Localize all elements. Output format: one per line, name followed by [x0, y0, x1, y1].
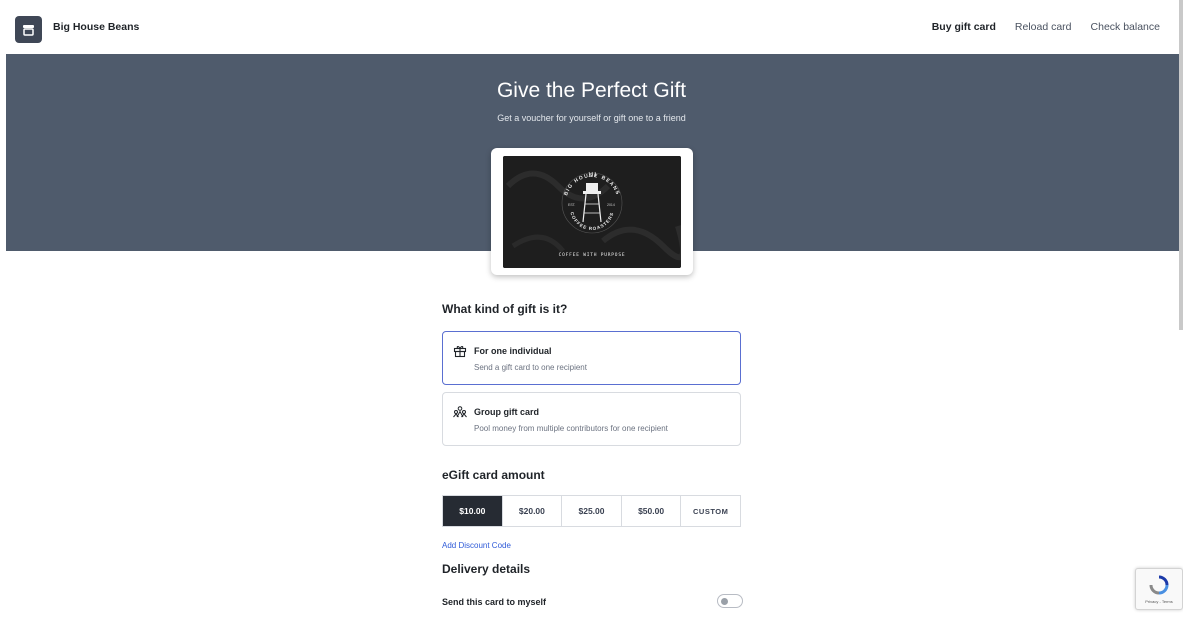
send-to-myself-label: Send this card to myself — [442, 597, 547, 607]
gift-card-preview: BIG HOUSE BEANS COFFEE ROASTERS EST. 201… — [491, 148, 693, 275]
amount-option-custom[interactable]: CUSTOM — [681, 496, 740, 526]
gift-card-image: BIG HOUSE BEANS COFFEE ROASTERS EST. 201… — [503, 156, 681, 268]
amount-option-25[interactable]: $25.00 — [562, 496, 622, 526]
card-est-left: EST. — [568, 203, 576, 207]
recaptcha-text[interactable]: Privacy - Terms — [1139, 599, 1179, 604]
amount-option-20[interactable]: $20.00 — [503, 496, 563, 526]
option-group-title: Group gift card — [474, 407, 539, 417]
card-est-right: 2014 — [607, 203, 615, 207]
amount-heading: eGift card amount — [442, 468, 545, 482]
brand-name[interactable]: Big House Beans — [53, 21, 139, 33]
top-nav: Buy gift card Reload card Check balance — [932, 21, 1160, 33]
storefront-icon — [23, 24, 34, 36]
send-to-myself-toggle[interactable] — [717, 594, 743, 608]
recaptcha-icon — [1149, 575, 1169, 595]
nav-reload-card[interactable]: Reload card — [1015, 21, 1072, 33]
amount-option-50[interactable]: $50.00 — [622, 496, 682, 526]
store-logo[interactable] — [15, 16, 42, 43]
scrollbar[interactable] — [1179, 0, 1183, 330]
option-group-desc: Pool money from multiple contributors fo… — [474, 424, 668, 433]
add-discount-code-link[interactable]: Add Discount Code — [442, 541, 511, 550]
option-individual-desc: Send a gift card to one recipient — [474, 363, 587, 372]
option-group[interactable]: Group gift card Pool money from multiple… — [442, 392, 741, 446]
toggle-knob — [721, 597, 728, 605]
gift-type-heading: What kind of gift is it? — [442, 302, 568, 316]
delivery-heading: Delivery details — [442, 562, 531, 576]
amount-selector: $10.00 $20.00 $25.00 $50.00 CUSTOM — [442, 495, 741, 527]
nav-check-balance[interactable]: Check balance — [1091, 21, 1160, 33]
nav-buy-gift-card[interactable]: Buy gift card — [932, 21, 996, 33]
option-individual-title: For one individual — [474, 346, 552, 356]
recaptcha-badge[interactable]: Privacy - Terms — [1135, 568, 1183, 610]
amount-option-10[interactable]: $10.00 — [443, 496, 503, 526]
group-icon — [453, 406, 467, 418]
card-tagline: COFFEE WITH PURPOSE — [559, 252, 626, 258]
scrollbar-thumb[interactable] — [1179, 0, 1183, 330]
gift-icon — [453, 346, 467, 358]
hero-subtitle: Get a voucher for yourself or gift one t… — [497, 113, 686, 123]
option-individual[interactable]: For one individual Send a gift card to o… — [442, 331, 741, 385]
card-artwork: BIG HOUSE BEANS COFFEE ROASTERS EST. 201… — [503, 156, 681, 268]
hero-title: Give the Perfect Gift — [496, 79, 687, 102]
top-bar: Big House Beans Buy gift card Reload car… — [0, 0, 1183, 54]
